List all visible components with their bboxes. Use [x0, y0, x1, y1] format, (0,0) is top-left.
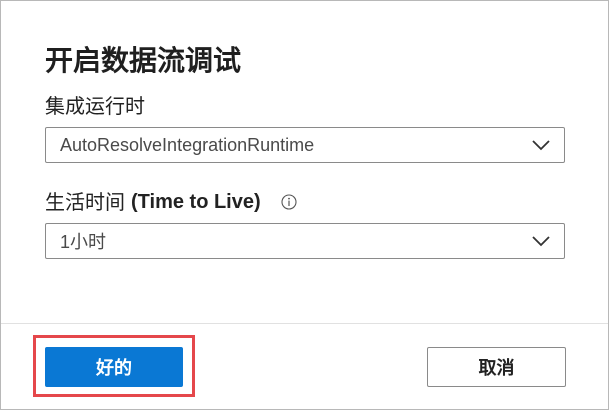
debug-dialog: 开启数据流调试 集成运行时 AutoResolveIntegrationRunt… [0, 0, 609, 410]
ok-button[interactable]: 好的 [45, 347, 183, 387]
dialog-title: 开启数据流调试 [45, 44, 242, 77]
ttl-label: 生活时间 (Time to Live) [45, 189, 297, 215]
runtime-label-text: 集成运行时 [45, 94, 145, 118]
info-icon[interactable] [281, 194, 297, 210]
ttl-label-en: (Time to Live) [131, 191, 261, 213]
runtime-label: 集成运行时 [45, 93, 145, 119]
ttl-label-zh: 生活时间 [45, 190, 125, 214]
ttl-select-value: 1小时 [60, 232, 107, 252]
runtime-select[interactable]: AutoResolveIntegrationRuntime [45, 127, 565, 163]
chevron-down-icon [532, 140, 550, 151]
chevron-down-icon [532, 236, 550, 247]
runtime-select-value: AutoResolveIntegrationRuntime [60, 134, 315, 155]
ttl-select[interactable]: 1小时 [45, 223, 565, 259]
cancel-button[interactable]: 取消 [427, 347, 566, 387]
footer-divider [1, 323, 608, 324]
